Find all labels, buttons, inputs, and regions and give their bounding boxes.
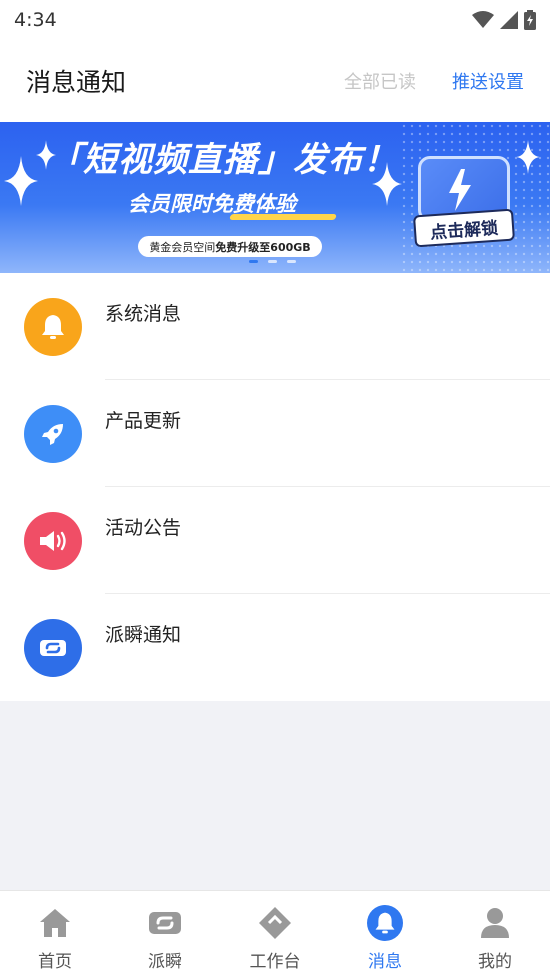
page-title: 消息通知 [26, 68, 127, 97]
banner-headline: 「短视频直播」发布！ [48, 132, 398, 181]
battery-charging-icon [524, 10, 536, 30]
nav-label: 我的 [478, 952, 512, 972]
banner-indicator[interactable] [249, 260, 258, 263]
message-category-activity[interactable]: 活动公告 [0, 487, 550, 594]
banner-bracket-right: 」 [258, 140, 293, 180]
banner-indicators [249, 260, 296, 263]
message-category-title: 产品更新 [105, 410, 182, 432]
nav-item-messages[interactable]: 消息 [330, 891, 440, 978]
mark-all-read-button[interactable]: 全部已读 [344, 68, 416, 94]
sparkle-icon [372, 162, 402, 206]
banner-sub-emphasis: 限时免费 [170, 192, 254, 216]
nav-item-paishun[interactable]: 派瞬 [110, 891, 220, 978]
banner-sub-prefix: 会员 [128, 192, 170, 216]
message-category-title: 派瞬通知 [105, 624, 182, 646]
banner-pill-prefix: 黄金会员空间 [149, 240, 216, 254]
bell-icon [367, 905, 403, 941]
message-category-product-update[interactable]: 产品更新 [0, 380, 550, 487]
bell-icon [24, 298, 82, 356]
sparkle-icon [36, 140, 56, 170]
home-icon [37, 905, 73, 941]
speaker-icon [24, 512, 82, 570]
rocket-icon [24, 405, 82, 463]
message-category-paishun[interactable]: 派瞬通知 [0, 594, 550, 701]
banner-pill-bold: 免费升级至600GB [215, 240, 311, 254]
nav-item-profile[interactable]: 我的 [440, 891, 550, 978]
nav-label: 首页 [38, 952, 72, 972]
banner-indicator[interactable] [287, 260, 296, 263]
status-icons [472, 10, 536, 30]
status-time: 4:34 [14, 9, 57, 31]
message-category-title: 系统消息 [105, 303, 182, 325]
signal-icon [500, 11, 518, 29]
nav-label: 工作台 [249, 952, 301, 972]
message-category-title: 活动公告 [105, 517, 182, 539]
message-category-system[interactable]: 系统消息 [0, 273, 550, 380]
user-icon [477, 905, 513, 941]
sparkle-icon [516, 140, 540, 174]
bottom-nav: 首页 派瞬 工作台 消息 我的 [0, 890, 550, 978]
banner-subtitle: 会员限时免费体验 [128, 188, 296, 218]
nav-item-home[interactable]: 首页 [0, 891, 110, 978]
banner-sub-suffix: 体验 [254, 192, 296, 216]
nav-item-workbench[interactable]: 工作台 [220, 891, 330, 978]
banner-headline-main: 短视频直播 [83, 140, 258, 180]
nav-label: 派瞬 [148, 952, 182, 972]
status-bar: 4:34 [0, 0, 550, 40]
nav-label: 消息 [368, 952, 402, 972]
push-settings-button[interactable]: 推送设置 [452, 68, 524, 94]
paishun-icon [147, 905, 183, 941]
banner-pill: 黄金会员空间 免费升级至600GB [138, 236, 322, 257]
message-category-list: 系统消息 产品更新 活动公告 派瞬通知 [0, 273, 550, 701]
banner-indicator[interactable] [268, 260, 277, 263]
sparkle-icon [4, 156, 38, 206]
paishun-icon [24, 619, 82, 677]
workbench-icon [257, 905, 293, 941]
wifi-icon [472, 11, 494, 28]
header: 消息通知 全部已读 推送设置 [0, 40, 550, 122]
